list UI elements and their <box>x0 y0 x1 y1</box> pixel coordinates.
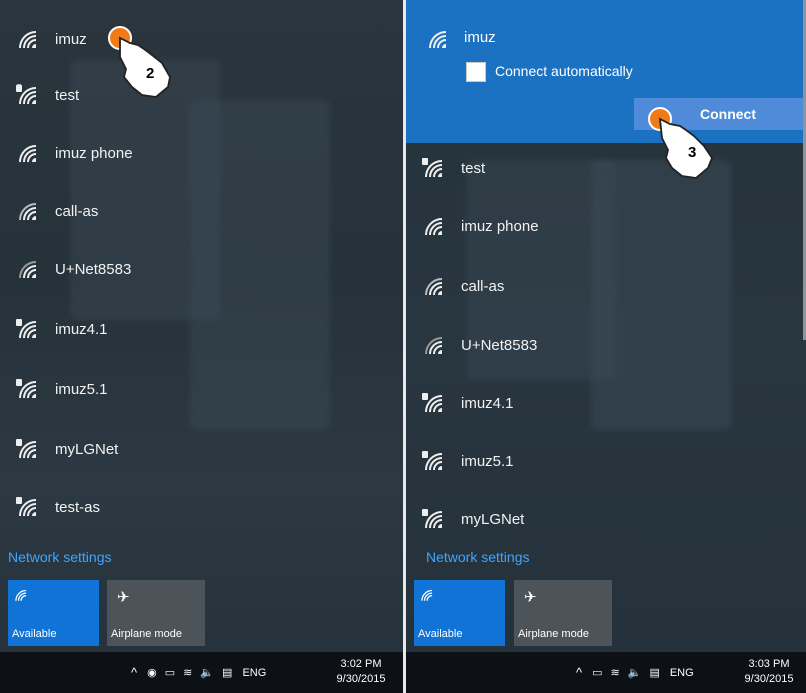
network-name: imuz phone <box>461 217 539 235</box>
hand-cursor-icon <box>108 26 171 98</box>
network-name: imuz <box>55 30 87 48</box>
connect-automatically-label: Connect automatically <box>495 63 633 79</box>
clock-date: 9/30/2015 <box>336 673 386 685</box>
wifi-icon[interactable]: ≋ <box>611 666 620 679</box>
network-item-test[interactable]: test <box>406 143 803 193</box>
network-settings-link[interactable]: Network settings <box>426 549 529 565</box>
wifi-icon <box>422 215 446 237</box>
network-name: imuz4.1 <box>55 320 108 338</box>
network-item-imuz41[interactable]: imuz4.1 <box>406 378 803 428</box>
wifi-icon <box>419 588 435 605</box>
network-name: imuz phone <box>55 144 133 162</box>
pointer-step-3: 3 <box>646 106 730 191</box>
network-item-call-as[interactable]: call-as <box>406 261 803 311</box>
system-tray: ^ ◉ ▭ ≋ 🔈 ▤ ENG <box>131 652 266 693</box>
action-center-icon[interactable]: ▤ <box>222 666 232 679</box>
wifi-icon <box>16 200 40 222</box>
secured-wifi-icon <box>422 392 446 414</box>
pointer-step-2: 2 <box>98 25 182 110</box>
tile-label: Available <box>418 628 463 640</box>
network-settings-link[interactable]: Network settings <box>8 549 111 565</box>
network-item-imuz51[interactable]: imuz5.1 <box>0 364 403 414</box>
connect-automatically-checkbox[interactable] <box>466 62 486 82</box>
clock[interactable]: 3:02 PM 9/30/2015 <box>330 657 392 687</box>
network-name: imuz5.1 <box>55 380 108 398</box>
clock-time: 3:02 PM <box>340 658 382 670</box>
wifi-icon <box>13 588 29 605</box>
wifi-available-tile[interactable]: Available <box>8 580 99 646</box>
secured-wifi-icon <box>16 378 40 400</box>
network-item-unet8583[interactable]: U+Net8583 <box>406 320 803 370</box>
tile-label: Airplane mode <box>518 628 589 640</box>
network-name: U+Net8583 <box>461 336 538 354</box>
clock-time: 3:03 PM <box>748 658 790 670</box>
secured-wifi-icon <box>422 450 446 472</box>
battery-icon[interactable]: ▭ <box>165 666 175 679</box>
network-item-test-as[interactable]: test-as <box>0 482 403 532</box>
taskbar: ^ ◉ ▭ ≋ 🔈 ▤ ENG 3:02 PM 9/30/2015 <box>0 652 403 693</box>
action-center-icon[interactable]: ▤ <box>649 666 659 679</box>
tile-label: Available <box>12 628 57 640</box>
system-tray: ^ ▭ ≋ 🔈 ▤ ENG <box>576 652 694 693</box>
network-item-mylgnet[interactable]: myLGNet <box>406 494 803 544</box>
airplane-icon: ✈ <box>524 589 537 606</box>
volume-icon[interactable]: 🔈 <box>200 666 214 679</box>
language-indicator[interactable]: ENG <box>242 667 266 679</box>
airplane-mode-tile[interactable]: ✈ Airplane mode <box>514 580 612 646</box>
network-item-imuz51[interactable]: imuz5.1 <box>406 436 803 486</box>
volume-icon[interactable]: 🔈 <box>628 666 642 679</box>
secured-wifi-icon <box>16 318 40 340</box>
secured-wifi-icon <box>422 157 446 179</box>
secured-wifi-icon <box>16 438 40 460</box>
airplane-icon: ✈ <box>117 589 130 606</box>
network-name: imuz5.1 <box>461 452 514 470</box>
network-item-unet8583[interactable]: U+Net8583 <box>0 244 403 294</box>
wifi-icon <box>16 28 40 50</box>
step-number: 2 <box>146 65 155 82</box>
network-item-imuz-phone[interactable]: imuz phone <box>0 128 403 178</box>
network-name: U+Net8583 <box>55 260 132 278</box>
network-item-call-as[interactable]: call-as <box>0 186 403 236</box>
selected-network-name: imuz <box>464 29 496 46</box>
step-number: 3 <box>688 144 697 161</box>
network-item-imuz[interactable]: imuz <box>0 14 403 64</box>
target-icon[interactable]: ◉ <box>147 666 157 679</box>
network-name: imuz4.1 <box>461 394 514 412</box>
wifi-flyout-left: imuz test imuz phone call-as U+Net8583 i… <box>0 0 403 693</box>
taskbar: ^ ▭ ≋ 🔈 ▤ ENG 3:03 PM 9/30/2015 <box>406 652 806 693</box>
network-name: test <box>461 159 486 177</box>
network-name: myLGNet <box>55 440 119 458</box>
secured-wifi-icon <box>16 83 40 106</box>
secured-wifi-icon <box>16 496 40 518</box>
network-name: call-as <box>461 277 505 295</box>
airplane-mode-tile[interactable]: ✈ Airplane mode <box>107 580 205 646</box>
secured-wifi-icon <box>422 508 446 530</box>
wifi-available-tile[interactable]: Available <box>414 580 505 646</box>
chevron-up-icon[interactable]: ^ <box>576 665 582 680</box>
network-item-imuz-phone[interactable]: imuz phone <box>406 201 803 251</box>
wifi-icon <box>422 275 446 297</box>
network-name: myLGNet <box>461 510 525 528</box>
tile-label: Airplane mode <box>111 628 182 640</box>
network-name: call-as <box>55 202 99 220</box>
selected-network-panel[interactable]: imuz Connect automatically Connect <box>406 0 806 143</box>
wifi-icon <box>422 334 446 356</box>
wifi-icon <box>426 28 450 50</box>
wifi-icon[interactable]: ≋ <box>183 666 192 679</box>
language-indicator[interactable]: ENG <box>670 667 694 679</box>
wifi-icon <box>16 258 40 280</box>
chevron-up-icon[interactable]: ^ <box>131 665 137 680</box>
network-name: test <box>55 86 80 104</box>
battery-icon[interactable]: ▭ <box>592 666 602 679</box>
wifi-icon <box>16 142 40 164</box>
network-item-test[interactable]: test <box>0 70 403 120</box>
network-item-imuz41[interactable]: imuz4.1 <box>0 304 403 354</box>
network-name: test-as <box>55 498 101 516</box>
network-item-mylgnet[interactable]: myLGNet <box>0 424 403 474</box>
clock[interactable]: 3:03 PM 9/30/2015 <box>738 657 800 687</box>
wifi-flyout-right: imuz Connect automatically Connect test … <box>406 0 806 693</box>
clock-date: 9/30/2015 <box>744 673 794 685</box>
